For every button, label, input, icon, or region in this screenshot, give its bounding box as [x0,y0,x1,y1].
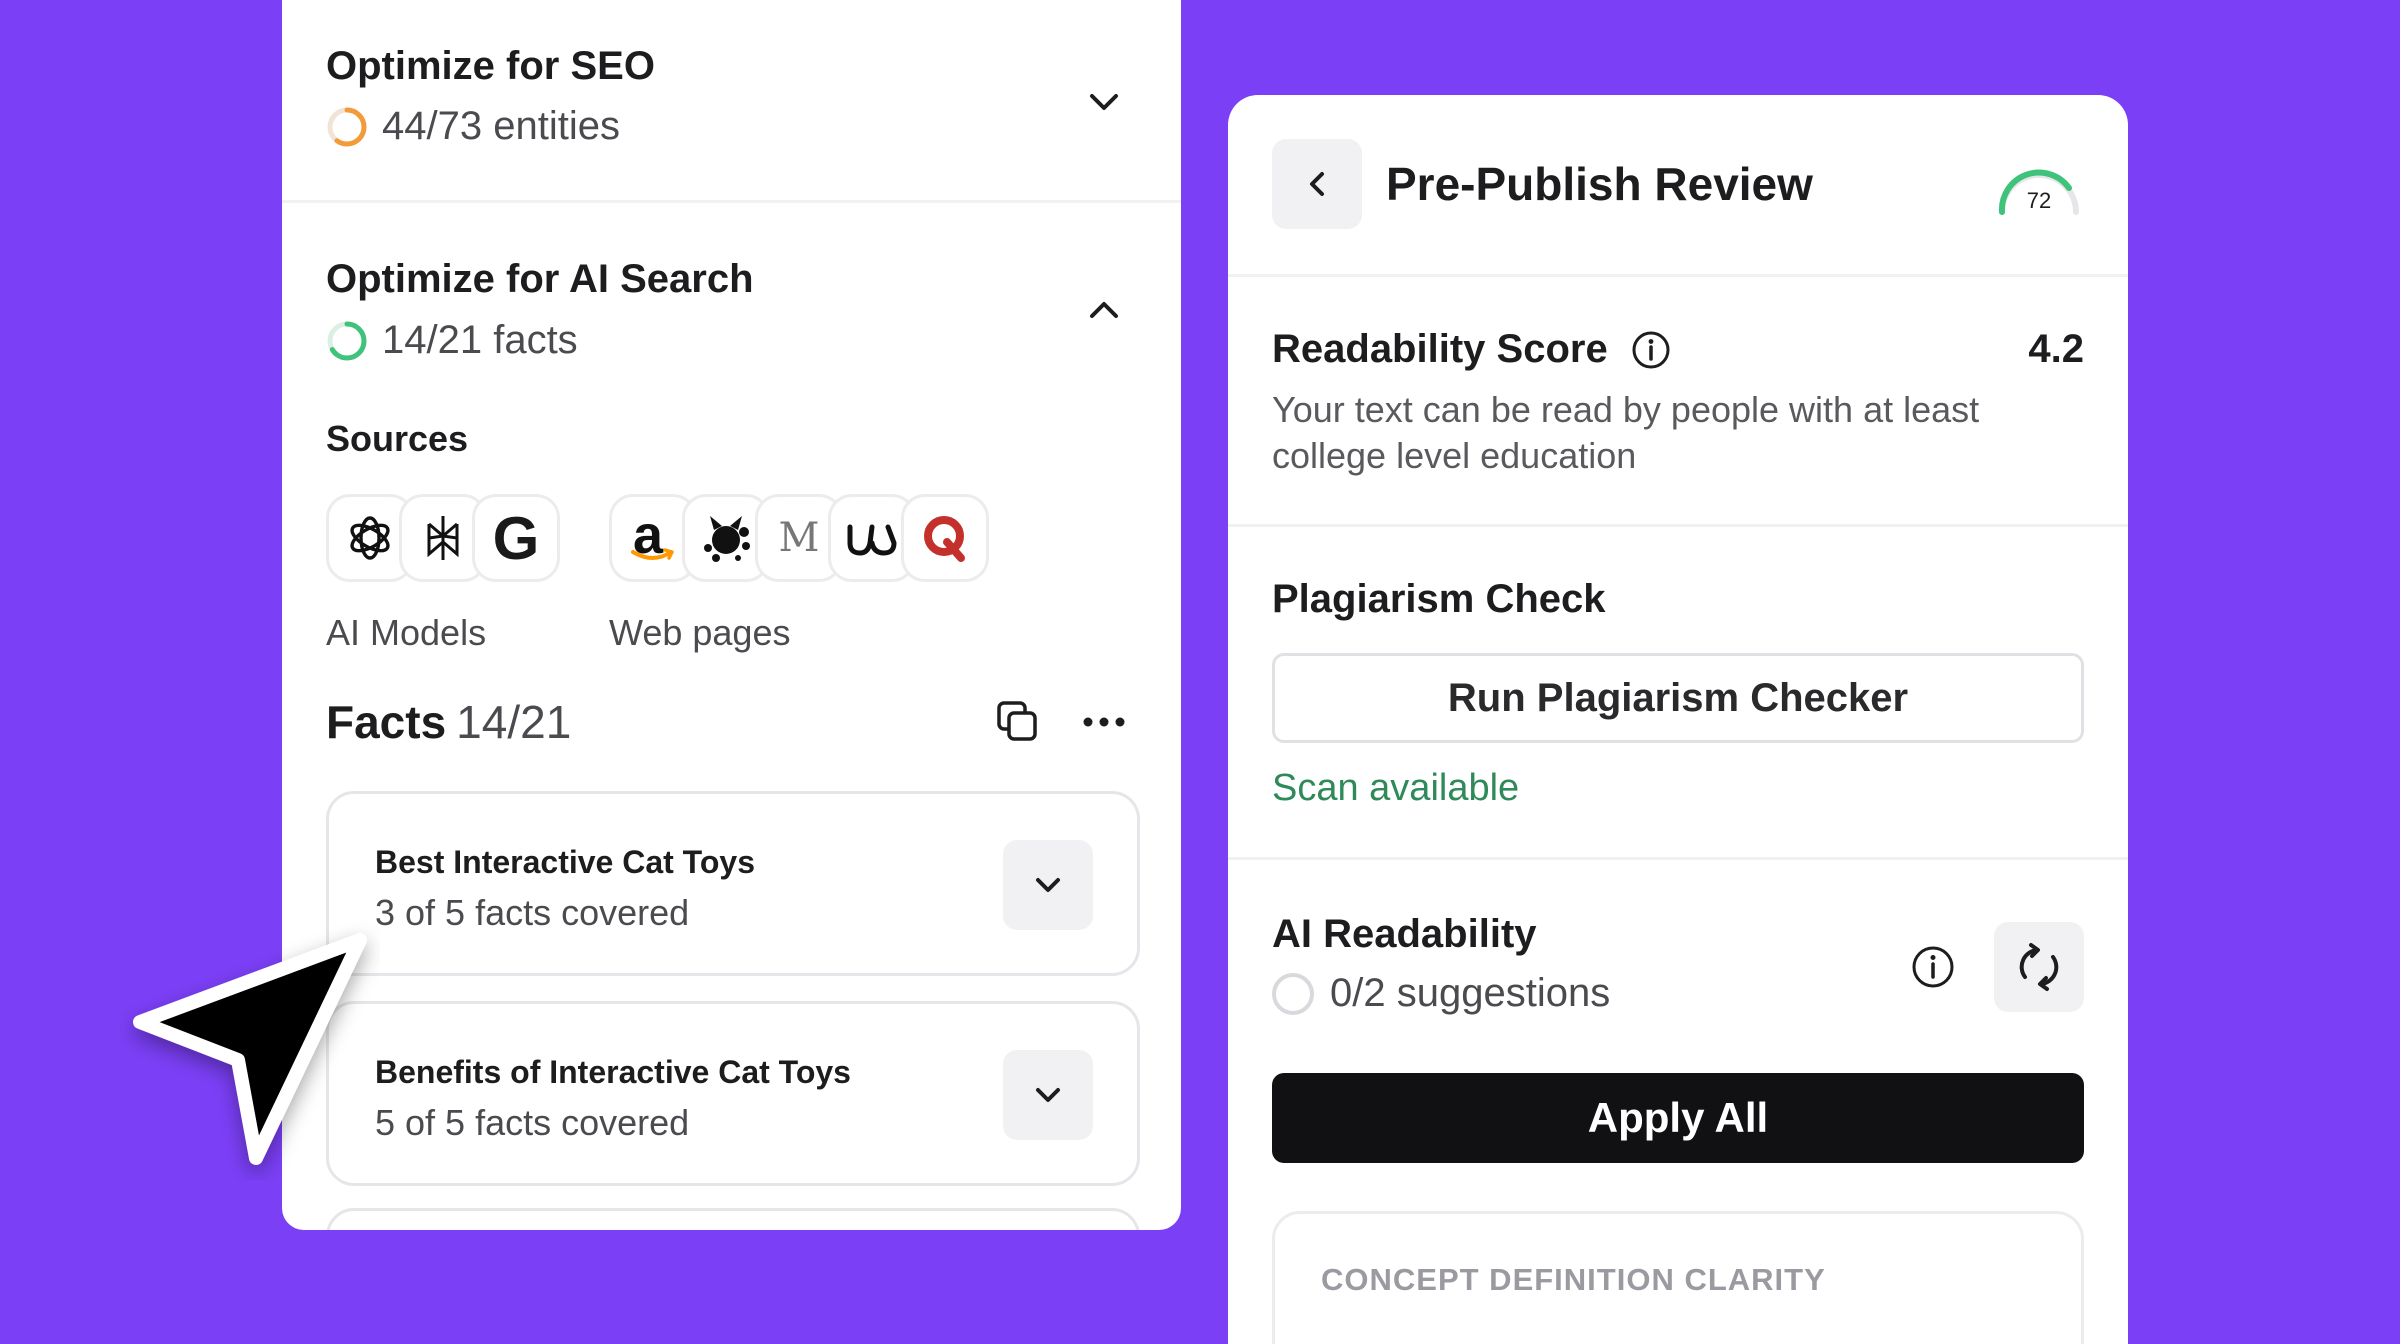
score-value: 72 [2026,188,2052,213]
chevron-down-icon [1036,1088,1060,1102]
back-button[interactable] [1272,139,1362,229]
seo-title: Optimize for SEO [326,44,655,88]
chevron-down-icon [1036,878,1060,892]
google-icon[interactable]: G [472,494,560,582]
copy-icon[interactable] [993,697,1043,747]
more-options-icon[interactable] [1079,697,1129,747]
review-header: Pre-Publish Review 72 [1228,95,2128,277]
scan-available-link[interactable]: Scan available [1272,767,1519,810]
optimization-panel: Optimize for SEO 44/73 entities Optimize… [282,0,1181,1230]
pre-publish-review-panel: Pre-Publish Review 72 Readability Score … [1228,95,2128,1344]
fact-card[interactable]: Benefits of Interactive Cat Toys 5 of 5 … [326,1001,1140,1186]
ai-search-progress: 14/21 facts [326,318,578,363]
readability-section: Readability Score 4.2 Your text can be r… [1228,277,2128,527]
readability-description: Your text can be read by people with at … [1272,389,1980,476]
facts-count: 14/21 [456,696,572,748]
ai-readability-suggestions: 0/2 suggestions [1272,971,1610,1016]
chevron-up-icon[interactable] [1082,288,1126,332]
ai-models-label: AI Models [326,612,487,653]
chevron-down-icon[interactable] [1082,80,1126,124]
empty-progress-ring-icon [1272,972,1314,1015]
readability-title: Readability Score [1272,327,1608,371]
seo-progress-text: 44/73 entities [382,104,620,148]
expand-fact-button[interactable] [1003,840,1093,930]
sources-label: Sources [326,418,469,459]
ai-search-title[interactable]: Optimize for AI Search [326,257,754,302]
readability-heading: Readability Score [1272,327,1672,372]
readability-value: 4.2 [2028,327,2084,371]
info-icon[interactable] [1908,942,1958,992]
quora-icon[interactable] [901,494,989,582]
ai-progress-ring-icon [327,321,367,360]
review-title: Pre-Publish Review [1386,158,1813,210]
concept-label: CONCEPT DEFINITION CLARITY [1321,1262,1826,1297]
facts-heading: Facts 14/21 [326,695,571,749]
fact-card-title: Best Interactive Cat Toys [375,844,755,880]
mouse-pointer-icon [133,933,367,1165]
facts-title: Facts [326,696,447,748]
plagiarism-title: Plagiarism Check [1272,577,1606,621]
plagiarism-section: Plagiarism Check Run Plagiarism Checker … [1228,527,2128,860]
expand-fact-button[interactable] [1003,1050,1093,1140]
chevron-left-icon [1310,172,1324,196]
refresh-button[interactable] [1994,922,2084,1012]
apply-all-button[interactable]: Apply All [1272,1073,2084,1163]
score-gauge: 72 [1994,160,2084,220]
seo-progress: 44/73 entities [326,104,620,149]
seo-progress-ring-icon [327,107,367,146]
run-plagiarism-checker-button[interactable]: Run Plagiarism Checker [1272,653,2084,743]
fact-card[interactable]: Best Interactive Cat Toys 3 of 5 facts c… [326,791,1140,976]
fact-card-subtitle: 5 of 5 facts covered [375,1102,690,1143]
fact-card-subtitle: 3 of 5 facts covered [375,892,690,933]
ai-search-progress-text: 14/21 facts [382,318,578,362]
seo-section[interactable]: Optimize for SEO 44/73 entities [282,0,1181,203]
ai-readability-title: AI Readability [1272,912,1537,956]
web-pages-label: Web pages [609,612,791,653]
fact-card[interactable] [326,1208,1140,1230]
refresh-icon [2019,943,2059,991]
concept-card[interactable]: CONCEPT DEFINITION CLARITY [1272,1211,2084,1344]
suggestions-text: 0/2 suggestions [1330,971,1611,1015]
fact-card-title: Benefits of Interactive Cat Toys [375,1054,851,1090]
info-icon[interactable] [1630,329,1672,371]
